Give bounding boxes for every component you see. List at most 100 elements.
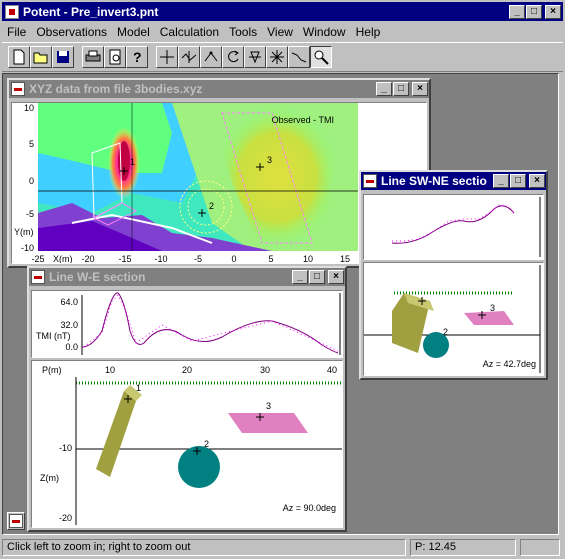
swne-section-plot: 2 3 Az = 42.7deg [364,265,541,373]
document-icon [11,82,25,96]
xyz-maximize-button[interactable]: □ [393,82,409,96]
open-folder-icon[interactable] [30,46,52,68]
new-file-icon[interactable] [8,46,30,68]
app-title: Potent - Pre_invert3.pnt [23,4,159,19]
we-section-plot: P(m) 10 20 30 40 -10 Z(m) -20 1 2 3 Az =… [40,365,342,525]
xyz-window-title-bar[interactable]: XYZ data from file 3bodies.xyz _ □ × [9,80,429,98]
sw-ne-section-window[interactable]: Line SW-NE section _ □ × 2 3 Az = 42.7de… [359,170,548,380]
z-tick: -10 [59,443,72,453]
tmi-tick: 0.0 [65,342,78,352]
swne-profile-plot [391,197,541,257]
swne-section-pane[interactable]: 2 3 Az = 42.7deg [363,262,544,376]
svg-text:?: ? [133,49,142,65]
move-body-icon[interactable] [266,46,288,68]
p-tick: 20 [182,365,192,375]
app-title-bar: Potent - Pre_invert3.pnt _ □ × [2,2,563,21]
maximize-button[interactable]: □ [526,4,542,19]
swne-minimize-button[interactable]: _ [493,174,509,188]
xyz-close-button[interactable]: × [412,82,428,96]
we-azimuth: Az = 90.0deg [283,503,336,513]
x-tick: -5 [194,254,202,263]
y-tick: 10 [24,103,34,113]
p-tick: 30 [260,365,270,375]
x-tick: 10 [303,254,313,263]
y-tick: -10 [21,243,34,253]
body-2-label: 2 [443,327,448,337]
menu-model[interactable]: Model [112,25,155,39]
map-annotation: Observed - TMI [272,115,334,125]
we-profile-pane[interactable]: 64.0 32.0 0.0 TMI (nT) [31,290,343,358]
status-extra [520,538,560,556]
x-axis-label: X(m) [53,254,73,263]
we-minimize-button[interactable]: _ [292,270,308,284]
menu-observations[interactable]: Observations [31,25,112,39]
save-disk-icon[interactable] [52,46,74,68]
x-tick: 15 [340,254,350,263]
swne-close-button[interactable]: × [529,174,545,188]
tmi-tick: 32.0 [60,320,78,330]
swne-profile-pane[interactable] [363,194,544,260]
we-close-button[interactable]: × [328,270,344,284]
line-path-icon[interactable] [288,46,310,68]
we-window-title: Line W-E section [49,270,146,284]
y-tick: 0 [29,176,34,186]
p-tick: 10 [105,365,115,375]
document-icon [363,174,377,188]
menu-bar: File Observations Model Calculation Tool… [2,22,563,41]
body-2-label: 2 [209,201,214,211]
close-button[interactable]: × [545,4,561,19]
body-1-label: 1 [136,383,141,393]
transform-icon[interactable] [244,46,266,68]
x-tick: 0 [231,254,236,263]
zoom-icon[interactable] [310,46,332,68]
x-tick: -10 [154,254,167,263]
w-e-section-window[interactable]: Line W-E section _ □ × 64.0 32.0 0.0 TMI… [27,266,347,532]
body-3-label: 3 [490,303,495,313]
p-axis-label: P(m) [42,365,62,375]
help-question-icon[interactable]: ? [126,46,148,68]
menu-help[interactable]: Help [351,25,386,39]
xyz-minimize-button[interactable]: _ [376,82,392,96]
swne-azimuth: Az = 42.7deg [483,359,536,369]
menu-file[interactable]: File [2,25,31,39]
x-tick: -25 [31,254,44,263]
menu-view[interactable]: View [262,25,298,39]
body-3-label: 3 [267,155,272,165]
we-window-title-bar[interactable]: Line W-E section _ □ × [29,268,345,286]
y-tick: -5 [26,209,34,219]
we-section-pane[interactable]: P(m) 10 20 30 40 -10 Z(m) -20 1 2 3 Az =… [31,360,343,528]
x-tick: -20 [81,254,94,263]
print-preview-icon[interactable] [104,46,126,68]
swne-maximize-button[interactable]: □ [510,174,526,188]
crosshair-icon[interactable] [156,46,178,68]
minimized-window-icon[interactable] [7,512,25,530]
swne-window-title-bar[interactable]: Line SW-NE section _ □ × [361,172,546,190]
tmi-axis-label: TMI (nT) [36,331,71,341]
z-axis-label: Z(m) [40,473,59,483]
body-2-label: 2 [204,439,209,449]
tmi-tick: 64.0 [60,297,78,307]
we-maximize-button[interactable]: □ [309,270,325,284]
xyz-window-title: XYZ data from file 3bodies.xyz [29,82,203,96]
document-icon [9,514,23,528]
print-icon[interactable] [82,46,104,68]
status-position: P: 12.45 [410,538,516,556]
status-hint: Click left to zoom in; right to zoom out [2,538,406,556]
app-icon[interactable] [5,4,19,19]
menu-window[interactable]: Window [298,25,351,39]
body-3-label: 3 [266,401,271,411]
minimize-button[interactable]: _ [509,4,525,19]
swne-window-title: Line SW-NE section [381,174,487,188]
y-axis-label: Y(m) [14,227,34,237]
y-tick: 5 [29,139,34,149]
x-tick: 5 [268,254,273,263]
toolbar: ? [2,42,563,72]
menu-tools[interactable]: Tools [224,25,262,39]
menu-calculation[interactable]: Calculation [155,25,224,39]
rotate-icon[interactable] [222,46,244,68]
profile-line-icon[interactable] [178,46,200,68]
draw-point-icon[interactable] [200,46,222,68]
document-icon [31,270,45,284]
body-1-label: 1 [130,157,135,167]
mdi-workspace: XYZ data from file 3bodies.xyz _ □ × Obs… [2,73,559,535]
